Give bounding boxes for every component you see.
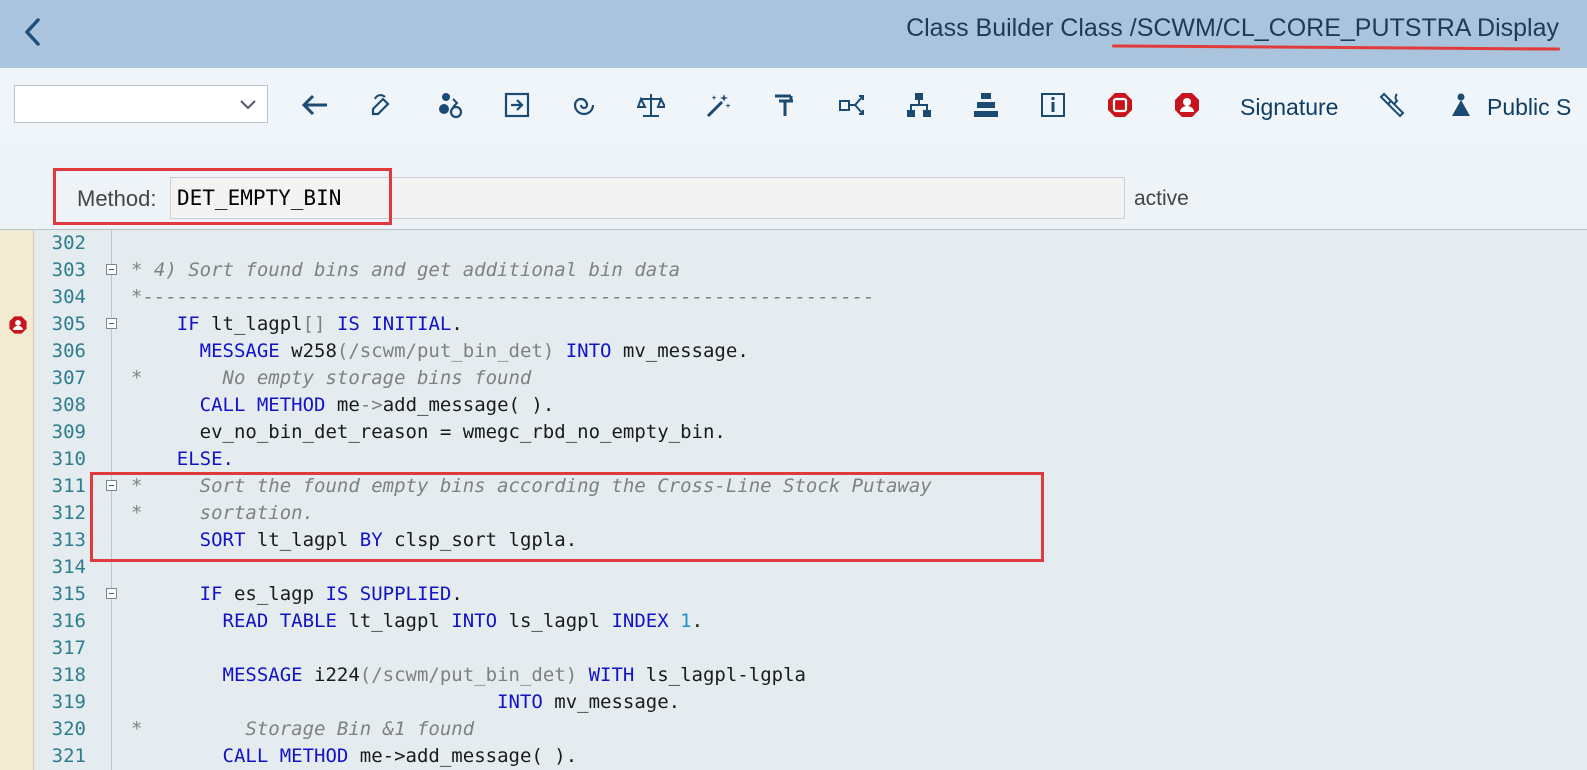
line-number: 320: [51, 718, 86, 740]
line-number: 310: [51, 448, 86, 470]
code-text: MESSAGE i224(/scwm/put_bin_det) WITH ls_…: [222, 664, 806, 686]
line-number: 316: [51, 610, 86, 632]
line-number: 305: [51, 313, 86, 335]
line-number: 307: [51, 367, 86, 389]
breakpoint-icon[interactable]: [8, 315, 28, 335]
code-text: ev_no_bin_det_reason = wmegc_rbd_no_empt…: [199, 421, 726, 443]
method-status: active: [1134, 187, 1189, 210]
line-number: 304: [51, 286, 86, 308]
back-arrow-icon[interactable]: [300, 90, 330, 120]
debug-icon[interactable]: [770, 90, 800, 120]
line-number: 321: [51, 745, 86, 767]
code-text: MESSAGE w258(/scwm/put_bin_det) INTO mv_…: [199, 340, 749, 362]
line-number: 312: [51, 502, 86, 524]
chevron-down-icon: [240, 100, 256, 110]
chevron-left-icon: [25, 18, 40, 46]
info-icon[interactable]: [1038, 90, 1068, 120]
code-text: * No empty storage bins found: [131, 367, 532, 389]
display-change-icon[interactable]: [368, 90, 398, 120]
code-line: 315 IF es_lagp IS SUPPLIED.: [0, 581, 1587, 608]
code-line: 308 CALL METHOD me->add_message( ).: [0, 392, 1587, 419]
code-editor[interactable]: 302 303 * 4) Sort found bins and get add…: [0, 229, 1587, 770]
settings-icon[interactable]: [1378, 90, 1408, 120]
fold-toggle-icon[interactable]: [106, 480, 117, 491]
code-line: 310 ELSE.: [0, 446, 1587, 473]
public-section-button[interactable]: Public S: [1487, 94, 1571, 121]
code-line: 313 SORT lt_lagpl BY clsp_sort lgpla.: [0, 527, 1587, 554]
line-number: 309: [51, 421, 86, 443]
line-number: 314: [51, 556, 86, 578]
code-line: 304 *-----------------------------------…: [0, 284, 1587, 311]
code-line: 318 MESSAGE i224(/scwm/put_bin_det) WITH…: [0, 662, 1587, 689]
code-line: 312 * sortation.: [0, 500, 1587, 527]
code-text: * 4) Sort found bins and get additional …: [131, 259, 681, 281]
code-text: * Storage Bin &1 found: [131, 718, 475, 740]
back-button[interactable]: [18, 14, 50, 50]
signature-button[interactable]: Signature: [1240, 94, 1338, 121]
code-line: 314: [0, 554, 1587, 581]
fold-toggle-icon[interactable]: [106, 264, 117, 275]
line-number: 308: [51, 394, 86, 416]
toolbar: Signature Public S: [0, 68, 1587, 147]
line-number: 306: [51, 340, 86, 362]
fold-toggle-icon[interactable]: [106, 318, 117, 329]
code-text: SORT lt_lagpl BY clsp_sort lgpla.: [199, 529, 578, 551]
method-label: Method:: [77, 186, 157, 211]
code-text: IF es_lagp IS SUPPLIED.: [199, 583, 463, 605]
line-number: 311: [51, 475, 86, 497]
method-row: Method: DET_EMPTY_BIN active: [0, 146, 1587, 229]
code-text: * Sort the found empty bins according th…: [131, 475, 932, 497]
window-title: Class Builder Class /SCWM/CL_CORE_PUTSTR…: [906, 14, 1559, 42]
code-line: 305 IF lt_lagpl[] IS INITIAL.: [0, 311, 1587, 338]
code-text: READ TABLE lt_lagpl INTO ls_lagpl INDEX …: [222, 610, 704, 632]
code-text: *---------------------------------------…: [131, 286, 875, 308]
code-line: 316 READ TABLE lt_lagpl INTO ls_lagpl IN…: [0, 608, 1587, 635]
code-line: 321 CALL METHOD me->add_message( ).: [0, 743, 1587, 770]
code-text: IF lt_lagpl[] IS INITIAL.: [176, 313, 463, 335]
code-text: * sortation.: [131, 502, 315, 524]
code-line: 317: [0, 635, 1587, 662]
method-field[interactable]: DET_EMPTY_BIN: [170, 177, 1125, 219]
title-bar: Class Builder Class /SCWM/CL_CORE_PUTSTR…: [0, 0, 1587, 68]
code-text: CALL METHOD me->add_message( ).: [222, 745, 578, 767]
line-number: 318: [51, 664, 86, 686]
activate-icon[interactable]: [435, 90, 465, 120]
code-text: ELSE.: [176, 448, 234, 470]
where-used-icon[interactable]: [569, 90, 599, 120]
user-breakpoint-icon[interactable]: [1172, 90, 1202, 120]
code-line: 309 ev_no_bin_det_reason = wmegc_rbd_no_…: [0, 419, 1587, 446]
line-number: 319: [51, 691, 86, 713]
fold-toggle-icon[interactable]: [106, 588, 117, 599]
line-number: 315: [51, 583, 86, 605]
code-line: 319 INTO mv_message.: [0, 689, 1587, 716]
public-section-icon[interactable]: [1446, 90, 1476, 120]
title-annotation-underline: [1111, 44, 1561, 51]
code-line: 307 * No empty storage bins found: [0, 365, 1587, 392]
stop-breakpoint-icon[interactable]: [1105, 90, 1135, 120]
hierarchy-icon[interactable]: [904, 90, 934, 120]
code-line: 306 MESSAGE w258(/scwm/put_bin_det) INTO…: [0, 338, 1587, 365]
structure-icon[interactable]: [971, 90, 1001, 120]
code-text: CALL METHOD me->add_message( ).: [199, 394, 555, 416]
line-number: 303: [51, 259, 86, 281]
code-text: INTO mv_message.: [497, 691, 681, 713]
code-line: 303 * 4) Sort found bins and get additio…: [0, 257, 1587, 284]
code-line: 311 * Sort the found empty bins accordin…: [0, 473, 1587, 500]
line-number: 317: [51, 637, 86, 659]
command-dropdown[interactable]: [14, 85, 268, 123]
code-line: 320 * Storage Bin &1 found: [0, 716, 1587, 743]
compare-icon[interactable]: [636, 90, 666, 120]
navigate-icon[interactable]: [837, 90, 867, 120]
check-icon[interactable]: [502, 90, 532, 120]
code-line: 302: [0, 230, 1587, 257]
line-number: 313: [51, 529, 86, 551]
line-number: 302: [51, 232, 86, 254]
pretty-printer-icon[interactable]: [703, 90, 733, 120]
